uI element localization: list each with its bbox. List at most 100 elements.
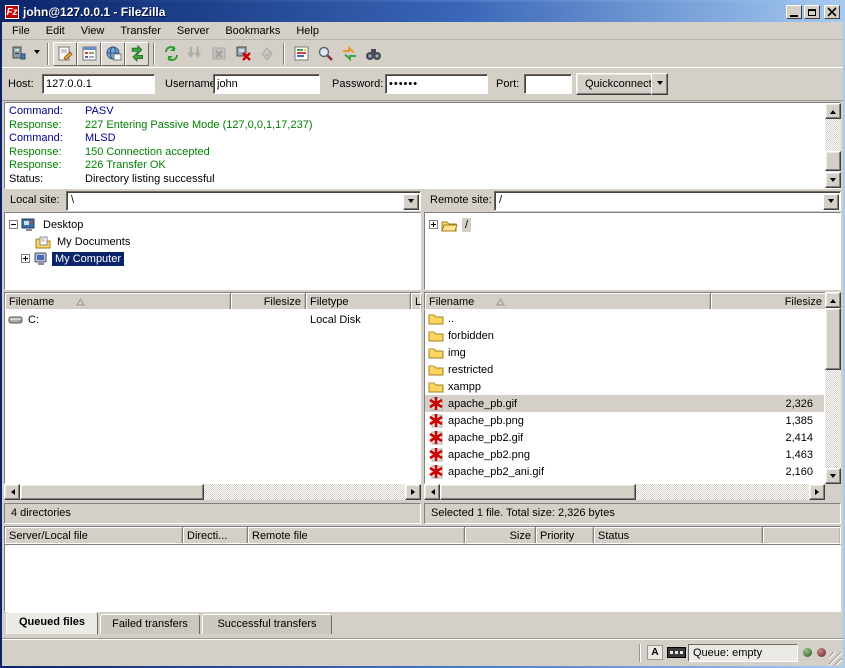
menu-view[interactable]: View <box>73 23 113 39</box>
log-line: Command:MLSD <box>9 132 840 146</box>
collapse-icon[interactable] <box>9 220 18 229</box>
remote-file-list[interactable]: .. forbidden img restricted xampp apache… <box>424 310 825 484</box>
site-manager-button[interactable] <box>6 42 30 66</box>
column-header-status[interactable]: Status <box>594 527 763 543</box>
host-input[interactable] <box>42 74 155 94</box>
process-queue-button[interactable] <box>183 42 207 66</box>
directory-listing-filters-button[interactable] <box>289 42 313 66</box>
local-tree[interactable]: Desktop My Documents My Computer <box>4 212 421 290</box>
tab-queued-files[interactable]: Queued files <box>6 612 98 634</box>
quickconnect-button[interactable]: Quickconnect <box>576 73 661 95</box>
local-path-combobox[interactable]: \ <box>66 191 421 211</box>
scroll-right-button[interactable] <box>809 484 825 500</box>
scroll-left-button[interactable] <box>4 484 20 500</box>
scroll-down-button[interactable] <box>825 172 841 188</box>
column-header-direction[interactable]: Directi... <box>183 527 248 543</box>
message-log[interactable]: Command:PASV Response:227 Entering Passi… <box>4 102 841 189</box>
column-header-filename[interactable]: Filename <box>425 293 711 309</box>
file-row[interactable]: restricted <box>425 361 824 378</box>
tree-item-my-documents[interactable]: My Documents <box>35 233 133 250</box>
disconnect-button[interactable] <box>231 42 255 66</box>
column-header-blank <box>763 527 840 543</box>
file-row-c-drive[interactable]: C: Local Disk <box>5 311 420 328</box>
file-row[interactable]: apache_pb2.png 1,463 <box>425 446 824 463</box>
column-header-server-local-file[interactable]: Server/Local file <box>5 527 183 543</box>
remote-tree[interactable]: / <box>424 212 841 290</box>
reconnect-button[interactable] <box>255 42 279 66</box>
refresh-button[interactable] <box>159 42 183 66</box>
expand-icon[interactable] <box>429 220 438 229</box>
file-row[interactable]: apache_pb2.gif 2,414 <box>425 429 824 446</box>
scroll-up-button[interactable] <box>825 292 841 308</box>
column-header-last-modified[interactable]: L <box>411 293 422 309</box>
directory-comparison-button[interactable] <box>313 42 337 66</box>
port-input[interactable] <box>524 74 572 94</box>
local-horizontal-scrollbar[interactable] <box>4 484 421 500</box>
cancel-operation-button[interactable] <box>207 42 231 66</box>
password-input[interactable] <box>385 74 488 94</box>
username-input[interactable] <box>213 74 320 94</box>
titlebar[interactable]: Fz john@127.0.0.1 - FileZilla <box>2 2 843 22</box>
transfer-queue-icon <box>129 45 146 62</box>
transfer-type-icon[interactable]: A <box>647 645 663 660</box>
resize-grip[interactable] <box>829 652 842 665</box>
log-scrollbar[interactable] <box>825 103 841 188</box>
tab-failed-transfers[interactable]: Failed transfers <box>100 614 200 634</box>
find-files-button[interactable] <box>361 42 385 66</box>
scroll-thumb[interactable] <box>825 308 841 370</box>
tree-item-my-computer[interactable]: My Computer <box>21 250 124 267</box>
scroll-thumb[interactable] <box>440 484 636 500</box>
column-header-filename[interactable]: Filename <box>5 293 231 309</box>
remote-path-combobox[interactable]: / <box>494 191 841 211</box>
synchronized-browsing-button[interactable] <box>337 42 361 66</box>
site-manager-dropdown-button[interactable] <box>30 42 43 66</box>
scroll-left-button[interactable] <box>424 484 440 500</box>
column-header-filetype[interactable]: Filetype <box>306 293 411 309</box>
column-header-size[interactable]: Size <box>465 527 536 543</box>
scroll-thumb[interactable] <box>825 151 841 171</box>
file-size: 1,463 <box>711 449 813 461</box>
menu-transfer[interactable]: Transfer <box>112 23 169 39</box>
column-header-filesize[interactable]: Filesize <box>231 293 306 309</box>
menu-edit[interactable]: Edit <box>38 23 73 39</box>
maximize-button[interactable] <box>804 5 820 19</box>
file-row[interactable]: forbidden <box>425 327 824 344</box>
local-file-list[interactable]: C: Local Disk <box>4 310 421 484</box>
file-row[interactable]: xampp <box>425 378 824 395</box>
close-button[interactable] <box>824 5 840 19</box>
tree-item-root[interactable]: / <box>429 216 471 233</box>
scroll-down-button[interactable] <box>825 468 841 484</box>
scroll-right-button[interactable] <box>405 484 421 500</box>
queue-list[interactable] <box>4 544 841 612</box>
menu-help[interactable]: Help <box>288 23 327 39</box>
tab-successful-transfers[interactable]: Successful transfers <box>202 614 332 634</box>
toggle-remote-tree-button[interactable] <box>101 42 125 66</box>
column-header-filesize[interactable]: Filesize <box>711 293 826 309</box>
close-icon <box>827 7 837 17</box>
remote-path-dropdown-button[interactable] <box>823 194 839 210</box>
column-header-priority[interactable]: Priority <box>536 527 594 543</box>
toggle-message-log-button[interactable] <box>53 42 77 66</box>
expand-icon[interactable] <box>21 254 30 263</box>
scroll-up-button[interactable] <box>825 103 841 119</box>
local-path-dropdown-button[interactable] <box>403 194 419 210</box>
menu-bookmarks[interactable]: Bookmarks <box>217 23 288 39</box>
file-row[interactable]: img <box>425 344 824 361</box>
quickconnect-dropdown-button[interactable] <box>651 73 668 95</box>
toggle-local-tree-button[interactable] <box>77 42 101 66</box>
menu-file[interactable]: File <box>4 23 38 39</box>
remote-vertical-scrollbar[interactable] <box>825 292 841 484</box>
remote-horizontal-scrollbar[interactable] <box>424 484 825 500</box>
file-row[interactable]: apache_pb2_ani.gif 2,160 <box>425 463 824 480</box>
file-row-selected[interactable]: apache_pb.gif 2,326 <box>425 395 824 412</box>
file-row[interactable]: .. <box>425 310 824 327</box>
file-row[interactable]: apache_pb.png 1,385 <box>425 412 824 429</box>
column-header-remote-file[interactable]: Remote file <box>248 527 465 543</box>
toggle-transfer-queue-button[interactable] <box>125 42 149 66</box>
arrow-right-icon <box>411 489 418 495</box>
speed-limit-icon[interactable] <box>667 647 686 658</box>
minimize-button[interactable] <box>786 5 802 19</box>
scroll-thumb[interactable] <box>20 484 204 500</box>
menu-server[interactable]: Server <box>169 23 217 39</box>
tree-item-desktop[interactable]: Desktop <box>9 216 86 233</box>
